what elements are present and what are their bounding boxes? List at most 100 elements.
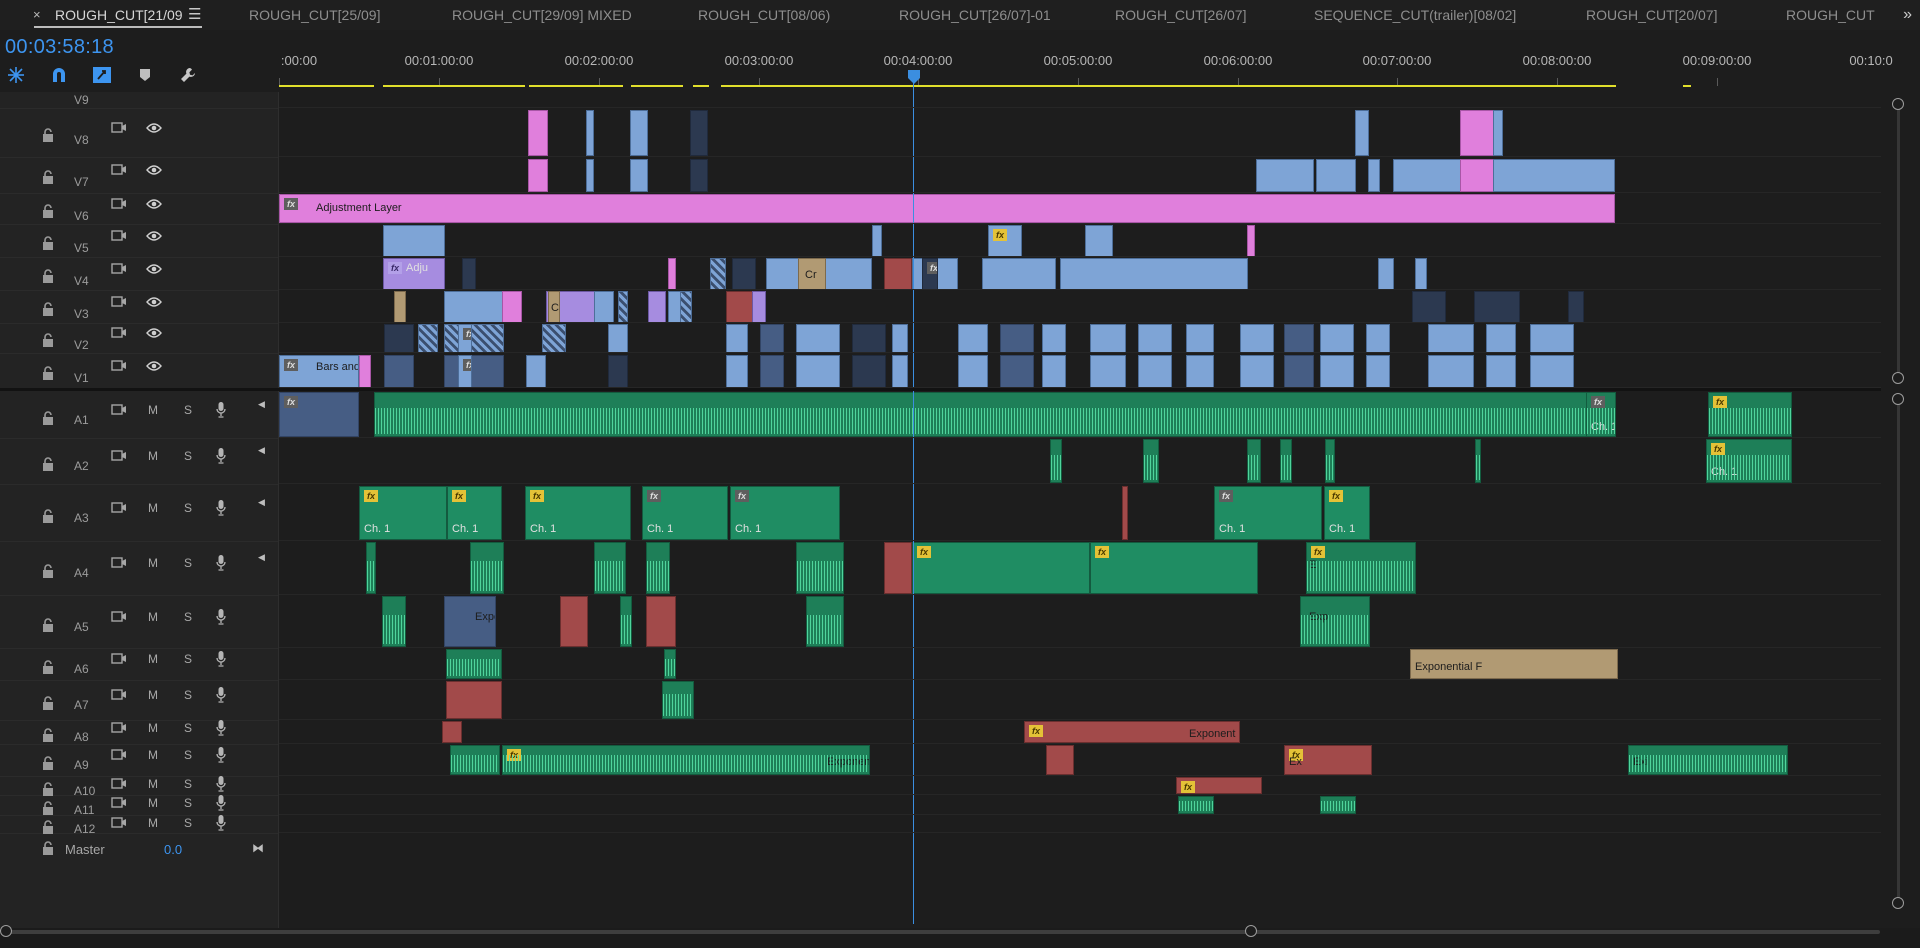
timeline-clip[interactable]: [1000, 355, 1034, 388]
timeline-clip[interactable]: fx Exponen: [502, 745, 870, 775]
timeline-clip[interactable]: fx: [458, 324, 472, 353]
timeline-clip[interactable]: [1050, 439, 1062, 483]
marker-icon[interactable]: [132, 62, 158, 88]
timeline-clip[interactable]: [542, 324, 566, 353]
solo-track-button[interactable]: S: [184, 688, 192, 702]
timeline-clip[interactable]: [1240, 355, 1274, 388]
timeline-clip[interactable]: [646, 596, 676, 647]
timeline-clip[interactable]: fx: [912, 542, 1090, 594]
timeline-clip[interactable]: [383, 225, 445, 257]
timeline-clip[interactable]: [1085, 225, 1113, 257]
toggle-sync-lock-icon[interactable]: [111, 556, 127, 569]
voice-over-record-icon[interactable]: [216, 719, 226, 736]
timeline-clip[interactable]: [1090, 324, 1126, 353]
timeline-clip[interactable]: [1143, 439, 1159, 483]
solo-track-button[interactable]: S: [184, 556, 192, 570]
track-lock-icon[interactable]: [42, 457, 54, 471]
timeline-clip[interactable]: fx Adjustment Layer: [279, 194, 1615, 223]
track-lock-icon[interactable]: [42, 127, 54, 142]
timeline-clip[interactable]: [528, 110, 548, 156]
timeline-clip[interactable]: [630, 110, 648, 156]
tab-rough-cut[interactable]: ROUGH_CUT: [1786, 0, 1875, 30]
toggle-sync-lock-icon[interactable]: [111, 688, 127, 701]
playhead-line[interactable]: [913, 78, 914, 924]
tab-rough-cut-20-07[interactable]: ROUGH_CUT[20/07]: [1586, 0, 1717, 30]
timeline-clip[interactable]: fx: [1176, 777, 1262, 794]
timeline-clip[interactable]: [892, 324, 908, 353]
video-scrollbar-track[interactable]: [1897, 108, 1900, 376]
timeline-clip[interactable]: [648, 291, 666, 323]
timeline-clip[interactable]: fx Ch. 1: [1586, 392, 1616, 437]
toggle-sync-lock-icon[interactable]: [111, 610, 127, 623]
track-lock-icon[interactable]: [42, 801, 54, 815]
timeline-clip[interactable]: [1378, 258, 1394, 290]
timeline-clip[interactable]: [1042, 355, 1066, 388]
tab-overflow-icon[interactable]: »: [1903, 0, 1912, 30]
solo-track-button[interactable]: S: [184, 501, 192, 515]
timeline-clip[interactable]: [618, 291, 628, 323]
timeline-clip[interactable]: [594, 542, 626, 594]
timeline-clip[interactable]: [958, 355, 988, 388]
timeline-clip[interactable]: [450, 745, 500, 775]
timeline-clip[interactable]: [1138, 324, 1172, 353]
track-lock-icon[interactable]: [42, 728, 54, 742]
timeline-clip[interactable]: [646, 542, 670, 594]
timeline-clip[interactable]: fx Exponent: [1024, 721, 1240, 743]
toggle-sync-lock-icon[interactable]: [111, 449, 127, 462]
toggle-sync-lock-icon[interactable]: [111, 816, 127, 829]
voice-over-record-icon[interactable]: [216, 686, 226, 703]
tab-rough-cut-26-07-01[interactable]: ROUGH_CUT[26/07]-01: [899, 0, 1051, 30]
mute-track-button[interactable]: M: [148, 721, 158, 735]
timeline-clip[interactable]: [384, 355, 414, 388]
track-lock-icon[interactable]: [42, 617, 54, 632]
timeline-clip[interactable]: [690, 110, 708, 156]
timeline-clip[interactable]: [1256, 159, 1314, 192]
timeline-clip[interactable]: C: [548, 291, 560, 323]
timeline-clip[interactable]: [1460, 159, 1494, 192]
timeline-clip[interactable]: [982, 258, 1056, 290]
timeline-clip[interactable]: fx: [1090, 542, 1258, 594]
work-area-bar[interactable]: [1683, 85, 1691, 87]
timeline-clip[interactable]: fx: [988, 225, 1022, 257]
toggle-track-output-eye-icon[interactable]: [146, 197, 162, 209]
work-area-bar[interactable]: [279, 85, 374, 87]
magnet-icon[interactable]: [46, 62, 72, 88]
timeline-clip[interactable]: [760, 324, 784, 353]
timeline-clip[interactable]: [374, 392, 1615, 437]
timeline-clip[interactable]: [884, 258, 912, 290]
solo-track-button[interactable]: S: [184, 816, 192, 830]
timeline-clip[interactable]: [958, 324, 988, 353]
timeline-clip[interactable]: [1138, 355, 1172, 388]
timeline-clip[interactable]: [442, 721, 462, 743]
solo-track-button[interactable]: S: [184, 777, 192, 791]
audio-scroll-handle-top[interactable]: [1892, 393, 1904, 405]
track-lock-icon[interactable]: [42, 333, 54, 347]
toggle-track-output-eye-icon[interactable]: [146, 163, 162, 175]
timeline-clip[interactable]: [1178, 796, 1214, 814]
timeline-clip[interactable]: [608, 355, 628, 388]
timeline-clip[interactable]: [418, 324, 438, 353]
playhead-timecode[interactable]: 00:03:58:18: [5, 36, 114, 59]
solo-track-button[interactable]: S: [184, 748, 192, 762]
timeline-clip[interactable]: fx Ch. 1: [730, 486, 840, 540]
timeline-clip[interactable]: [796, 355, 840, 388]
timeline-clip[interactable]: [1530, 355, 1574, 388]
timeline-clip[interactable]: [852, 355, 886, 388]
toggle-track-output-eye-icon[interactable]: [146, 229, 162, 241]
timeline-clip[interactable]: [1247, 439, 1261, 483]
timeline-clip[interactable]: Exponential F: [1410, 649, 1618, 679]
timeline-clip[interactable]: [1320, 796, 1356, 814]
work-area-bar[interactable]: [529, 85, 623, 87]
track-lock-icon[interactable]: [42, 365, 54, 380]
solo-track-button[interactable]: S: [184, 449, 192, 463]
h-scroll-handle-left[interactable]: [0, 925, 12, 937]
time-ruler[interactable]: :00:00 00:01:00:00 00:02:00:00 00:03:00:…: [279, 30, 1893, 92]
tab-rough-cut-25-09[interactable]: ROUGH_CUT[25/09]: [249, 0, 380, 30]
timeline-clip[interactable]: [594, 291, 614, 323]
work-area-bar[interactable]: [631, 85, 683, 87]
timeline-clip[interactable]: [1366, 355, 1390, 388]
timeline-clip[interactable]: [528, 159, 548, 192]
track-lock-icon[interactable]: [42, 660, 54, 674]
toggle-sync-lock-icon[interactable]: [111, 652, 127, 665]
timeline-clip[interactable]: [1355, 110, 1369, 156]
